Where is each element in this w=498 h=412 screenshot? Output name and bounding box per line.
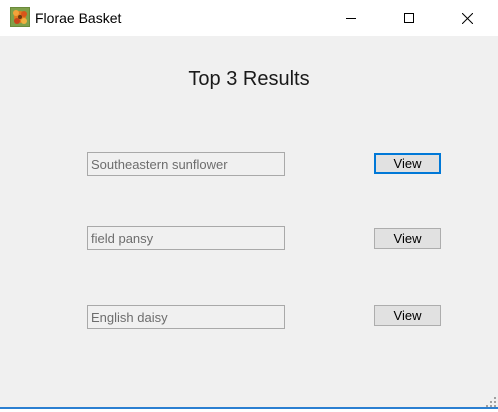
result-field-3[interactable] <box>87 305 285 329</box>
app-window: Florae Basket Top 3 Results View View Vi… <box>0 0 498 409</box>
results-heading: Top 3 Results <box>188 68 310 90</box>
title-bar[interactable]: Florae Basket <box>0 0 498 36</box>
minimize-icon <box>346 18 356 19</box>
result-field-2[interactable] <box>87 226 285 250</box>
result-field-1[interactable] <box>87 152 285 176</box>
view-button-1[interactable]: View <box>374 153 441 174</box>
window-title: Florae Basket <box>35 10 122 26</box>
close-button[interactable] <box>444 0 490 36</box>
flower-basket-icon <box>10 7 30 27</box>
view-button-2[interactable]: View <box>374 228 441 249</box>
maximize-button[interactable] <box>386 0 432 36</box>
minimize-button[interactable] <box>328 0 374 36</box>
view-button-3[interactable]: View <box>374 305 441 326</box>
close-icon <box>461 12 473 24</box>
resize-grip-icon[interactable] <box>486 394 496 407</box>
maximize-icon <box>404 13 414 23</box>
